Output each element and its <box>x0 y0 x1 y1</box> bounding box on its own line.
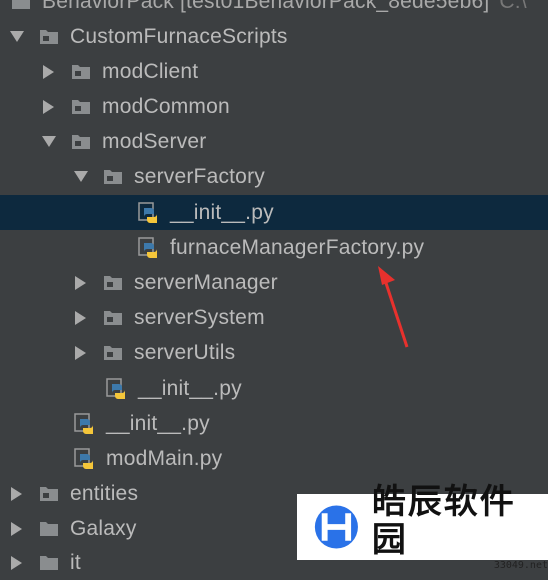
watermark-title: 皓辰软件园 <box>371 482 516 560</box>
site-watermark: 皓辰软件园 33049.net <box>297 483 548 571</box>
watermark-logo-icon <box>314 505 358 549</box>
watermark-url: 33049.net <box>493 560 548 571</box>
annotation-arrow <box>378 266 409 348</box>
